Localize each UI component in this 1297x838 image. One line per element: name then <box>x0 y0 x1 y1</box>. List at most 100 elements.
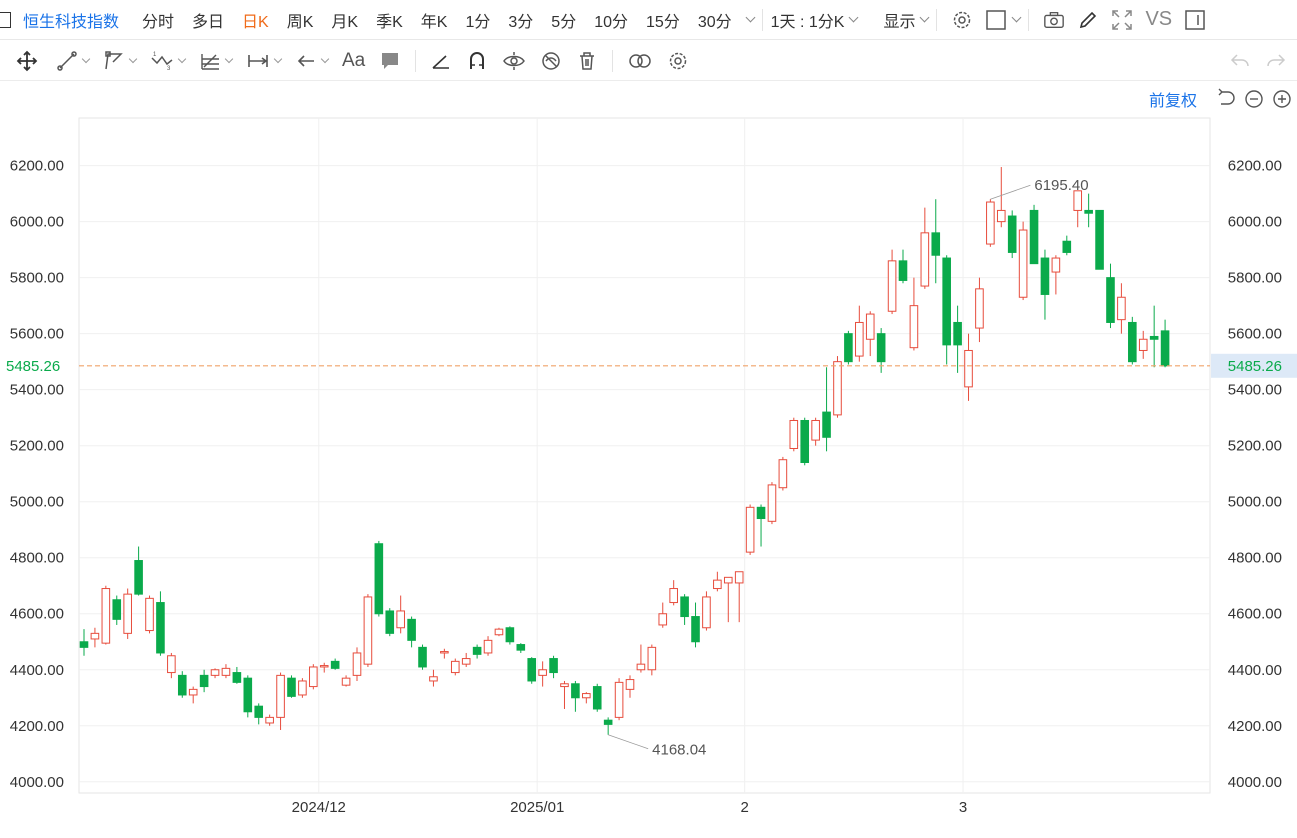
candle[interactable] <box>975 277 984 343</box>
candle[interactable] <box>996 167 1006 228</box>
candle[interactable] <box>538 661 547 687</box>
candle[interactable] <box>669 580 678 606</box>
candle[interactable] <box>188 686 198 704</box>
candle[interactable] <box>1128 316 1137 365</box>
candle[interactable] <box>734 571 744 623</box>
candle-body <box>1160 330 1170 367</box>
candle[interactable] <box>134 546 143 596</box>
candle[interactable] <box>953 305 962 373</box>
candle[interactable] <box>844 330 853 365</box>
candle[interactable] <box>123 588 132 639</box>
candle[interactable] <box>942 255 951 365</box>
candle[interactable] <box>1062 235 1072 256</box>
candle[interactable] <box>472 644 482 659</box>
candle[interactable] <box>243 675 253 718</box>
candle[interactable] <box>800 417 810 466</box>
candle[interactable] <box>210 668 220 679</box>
candle[interactable] <box>1007 210 1017 259</box>
candle[interactable] <box>1106 263 1115 329</box>
candle[interactable] <box>625 675 635 698</box>
candle[interactable] <box>112 595 122 625</box>
candle[interactable] <box>822 367 831 452</box>
candlestick-chart[interactable]: 6200.00 6200.00 6000.00 6000.00 5800.00 5800.… <box>0 0 1297 838</box>
candle[interactable] <box>931 199 941 284</box>
candle[interactable] <box>309 664 318 690</box>
candle[interactable] <box>145 595 154 634</box>
candle[interactable] <box>767 482 777 525</box>
candle[interactable] <box>592 683 602 712</box>
candle[interactable] <box>418 644 427 670</box>
candle[interactable] <box>385 608 395 637</box>
candle[interactable] <box>614 678 624 721</box>
candle[interactable] <box>461 652 471 667</box>
candle[interactable] <box>920 207 930 289</box>
candle[interactable] <box>636 644 646 673</box>
candle[interactable] <box>571 680 580 712</box>
candle[interactable] <box>330 658 340 670</box>
candle[interactable] <box>265 714 274 726</box>
candle[interactable] <box>1018 221 1028 301</box>
candle[interactable] <box>549 655 558 679</box>
candle[interactable] <box>811 417 820 446</box>
candle[interactable] <box>450 658 460 676</box>
candle[interactable] <box>560 680 569 709</box>
candle[interactable] <box>887 249 897 315</box>
candle[interactable] <box>778 456 788 491</box>
candle[interactable] <box>440 648 449 659</box>
candle[interactable] <box>298 678 307 698</box>
candle[interactable] <box>865 311 875 357</box>
candle[interactable] <box>396 595 405 634</box>
candle[interactable] <box>723 576 733 623</box>
candle[interactable] <box>1084 193 1093 228</box>
candle[interactable] <box>494 627 504 637</box>
candle[interactable] <box>341 675 351 687</box>
y-tick-label-right: 5000.00 <box>1228 494 1282 511</box>
candle[interactable] <box>101 585 111 645</box>
candle[interactable] <box>898 249 908 284</box>
candle[interactable] <box>505 626 515 645</box>
candle[interactable] <box>483 636 493 656</box>
candle[interactable] <box>374 540 384 617</box>
candle[interactable] <box>789 417 799 452</box>
candle[interactable] <box>909 277 919 351</box>
candle[interactable] <box>167 652 176 679</box>
candle[interactable] <box>319 662 329 673</box>
candle[interactable] <box>352 647 362 681</box>
candle[interactable] <box>582 692 591 704</box>
candle[interactable] <box>713 571 722 592</box>
candle[interactable] <box>1040 249 1050 320</box>
candle[interactable] <box>964 333 973 401</box>
candle[interactable] <box>276 672 285 730</box>
candle[interactable] <box>1117 283 1126 334</box>
candle[interactable] <box>79 629 89 656</box>
candle[interactable] <box>647 644 657 676</box>
candle[interactable] <box>658 602 668 628</box>
candle[interactable] <box>1095 209 1104 270</box>
candle[interactable] <box>691 602 700 648</box>
candle[interactable] <box>407 616 416 648</box>
candle[interactable] <box>1029 204 1039 265</box>
candle[interactable] <box>1051 255 1061 295</box>
candle[interactable] <box>363 594 373 667</box>
candle[interactable] <box>1149 305 1159 368</box>
candle[interactable] <box>702 591 711 631</box>
candle[interactable] <box>177 671 187 698</box>
candle[interactable] <box>156 591 165 656</box>
candle[interactable] <box>986 199 995 247</box>
candle[interactable] <box>90 627 100 648</box>
candle[interactable] <box>855 305 864 362</box>
candle[interactable] <box>680 594 689 625</box>
candle-body <box>756 506 766 520</box>
candle[interactable] <box>1138 330 1148 359</box>
candle[interactable] <box>756 504 766 547</box>
candle[interactable] <box>199 669 209 693</box>
candle[interactable] <box>429 669 438 687</box>
candle[interactable] <box>527 657 537 684</box>
candle[interactable] <box>1160 319 1170 368</box>
candle[interactable] <box>221 664 231 679</box>
candle[interactable] <box>254 703 264 725</box>
candle[interactable] <box>516 643 526 653</box>
candle[interactable] <box>287 675 296 698</box>
candle-body <box>1117 296 1126 321</box>
candle[interactable] <box>745 504 755 555</box>
